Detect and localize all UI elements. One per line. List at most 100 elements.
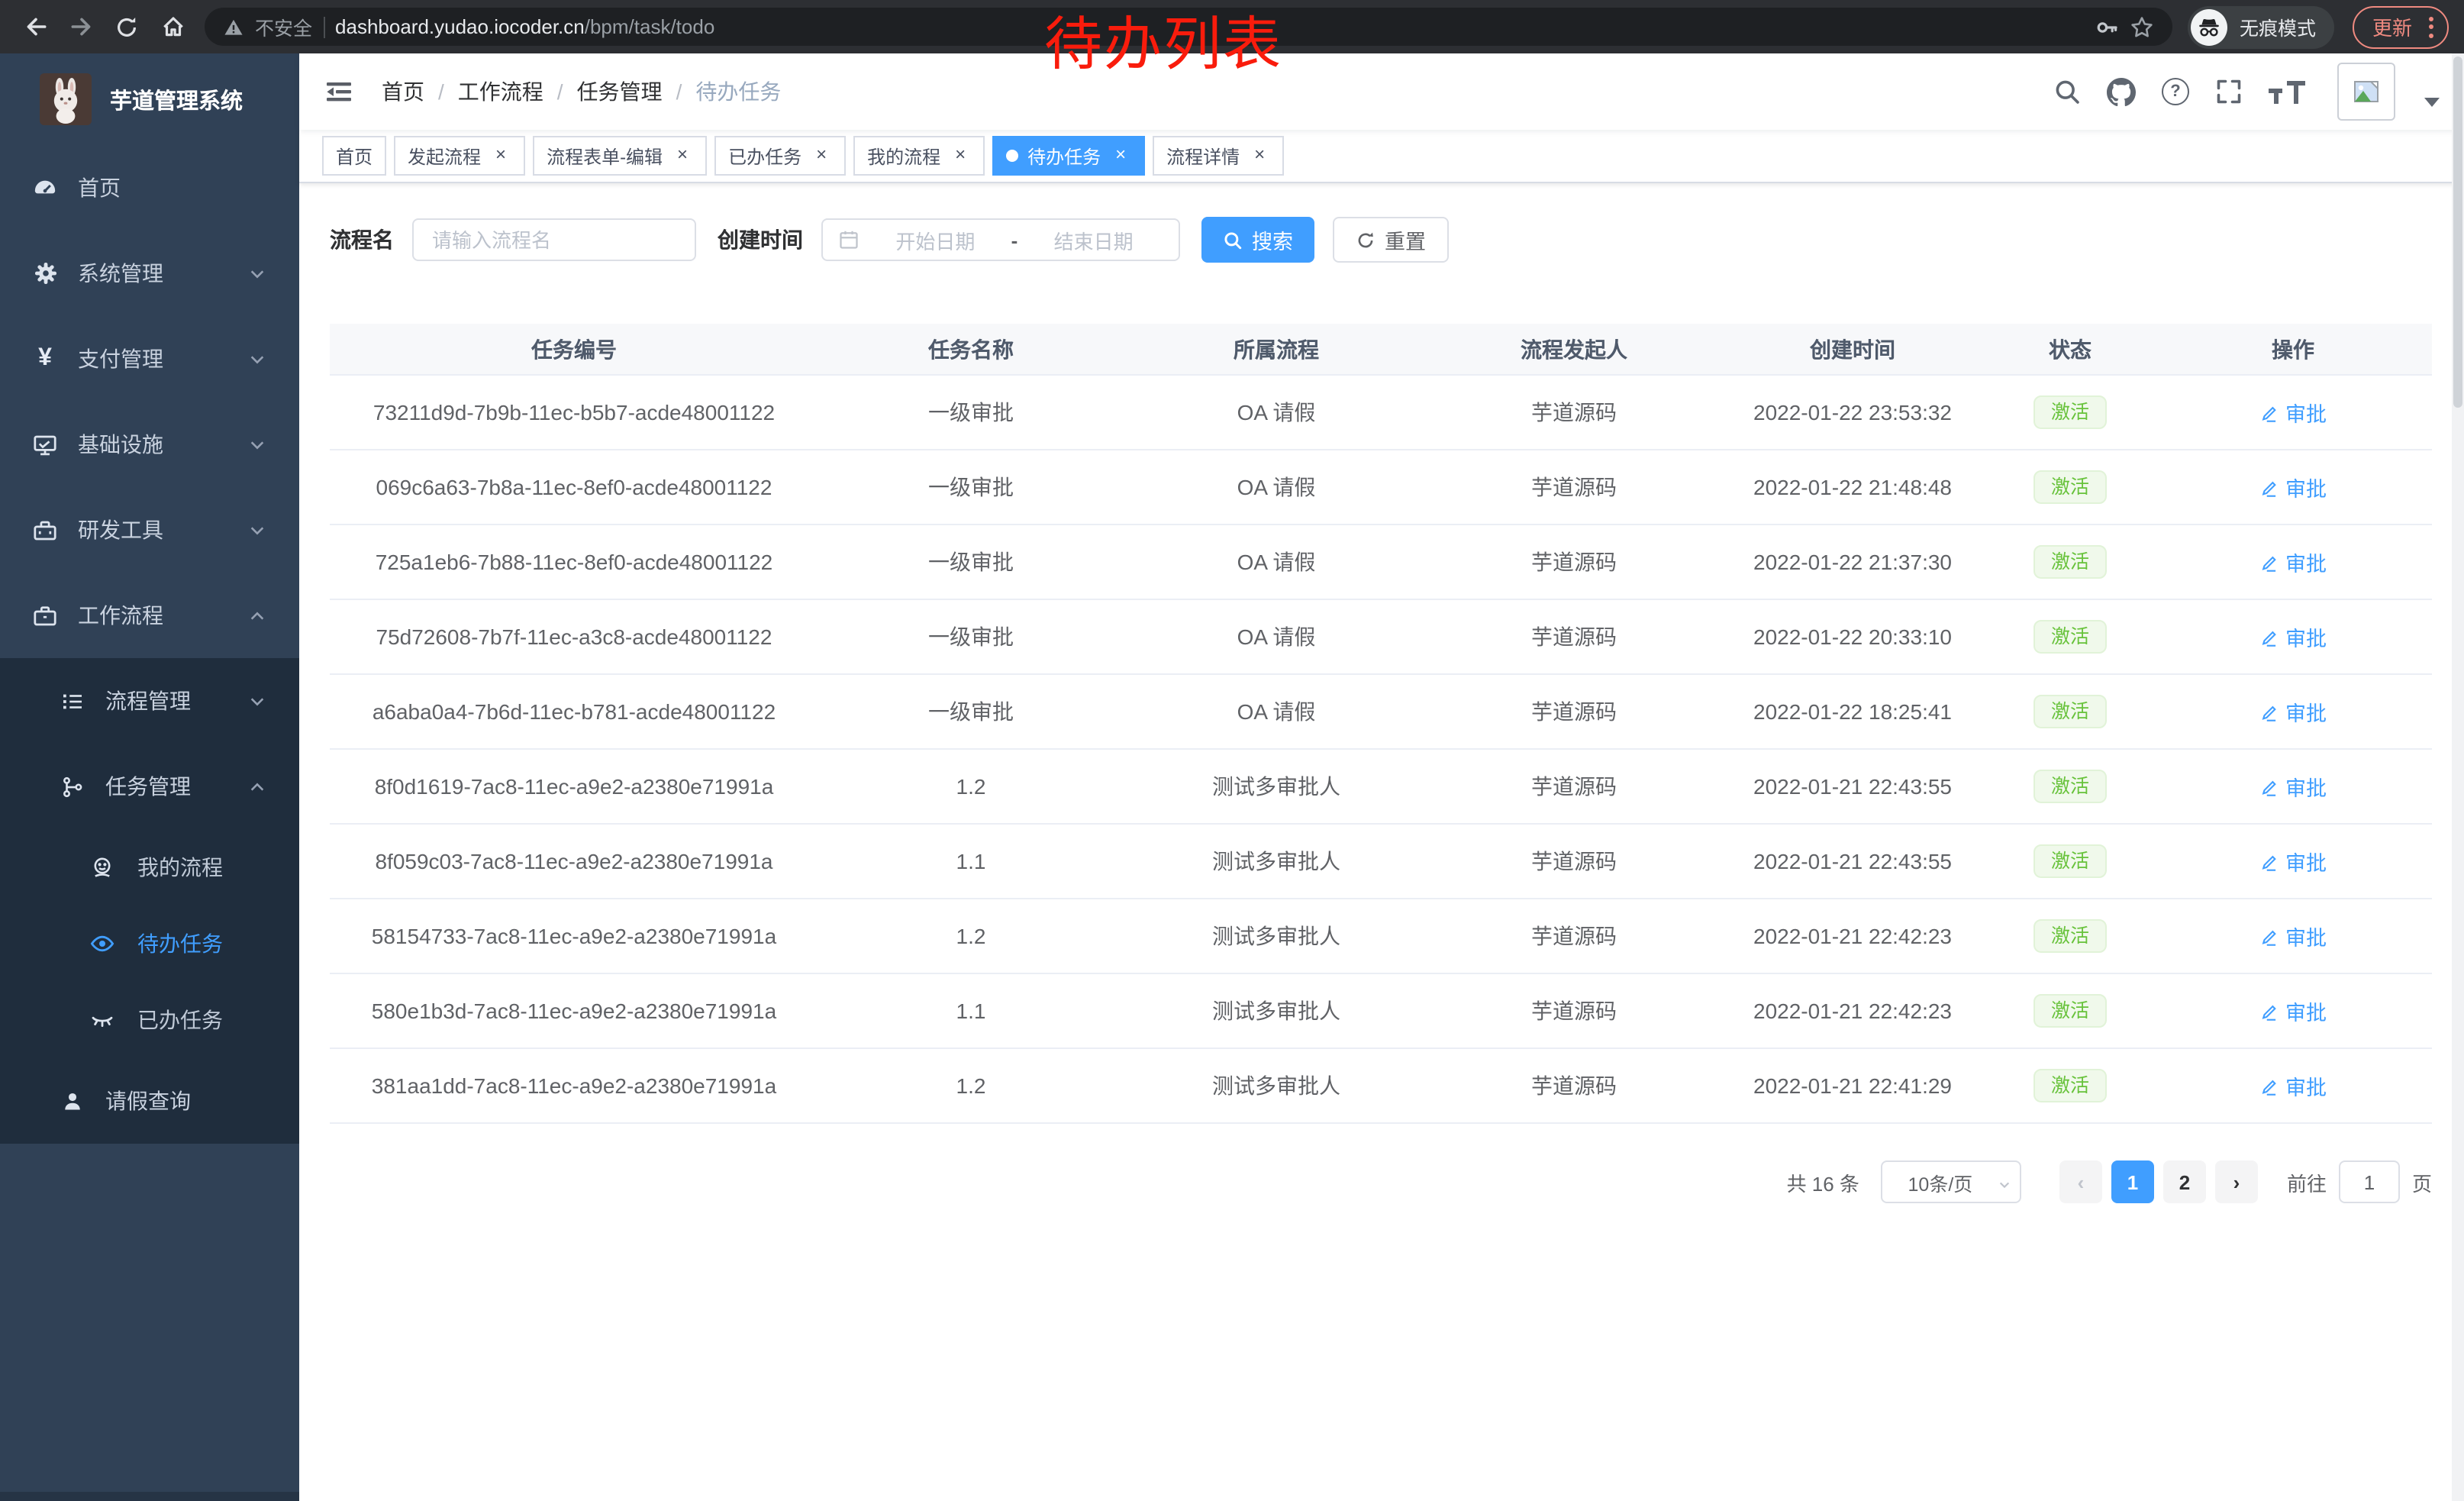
sidebar-toggle-icon[interactable]: [322, 75, 356, 108]
status-badge: 激活: [2034, 844, 2106, 879]
tab-label: 首页: [336, 143, 373, 169]
page-size-select[interactable]: 10条/页: [1881, 1160, 2021, 1203]
annotation-title: 待办列表: [1044, 15, 1282, 79]
tab-close-icon[interactable]: ×: [490, 145, 511, 166]
help-icon[interactable]: ?: [2162, 78, 2189, 105]
chevron-down-icon: [249, 692, 266, 709]
cell-task-id: 381aa1dd-7ac8-11ec-a9e2-a2380e71991a: [330, 1073, 818, 1098]
bookmark-star-icon[interactable]: [2130, 15, 2154, 39]
browser-home-button[interactable]: [153, 7, 192, 47]
font-size-icon[interactable]: [2269, 80, 2305, 103]
sidebar-item-process-mgmt[interactable]: 流程管理: [0, 658, 299, 744]
search-icon[interactable]: [2053, 78, 2081, 105]
browser-menu-icon[interactable]: [2426, 13, 2437, 40]
cell-created-time: 2022-01-21 22:42:23: [1719, 924, 1986, 948]
browser-back-button[interactable]: [15, 7, 55, 47]
browser-forward-button[interactable]: [61, 7, 101, 47]
view-tab[interactable]: 首页: [322, 136, 386, 176]
page-button-2[interactable]: 2: [2163, 1160, 2206, 1203]
view-tab[interactable]: 我的流程 ×: [853, 136, 985, 176]
search-button[interactable]: 搜索: [1201, 217, 1314, 263]
reset-button[interactable]: 重置: [1333, 217, 1449, 263]
table-row: 069c6a63-7b8a-11ec-8ef0-acde48001122 一级审…: [330, 450, 2432, 525]
chevron-down-icon: [249, 521, 266, 538]
tab-label: 我的流程: [867, 143, 940, 169]
avatar[interactable]: [2337, 63, 2395, 121]
approve-link[interactable]: 审批: [2259, 1070, 2327, 1101]
status-badge: 激活: [2034, 919, 2106, 954]
process-name-input[interactable]: [412, 218, 696, 261]
sidebar-item-done-tasks[interactable]: 已办任务: [0, 982, 299, 1058]
page-button-1[interactable]: 1: [2111, 1160, 2154, 1203]
approve-link[interactable]: 审批: [2259, 621, 2327, 652]
cell-starter: 芋道源码: [1429, 921, 1719, 951]
breadcrumb-workflow: 工作流程: [458, 76, 543, 107]
approve-link[interactable]: 审批: [2259, 472, 2327, 502]
gear-icon: [32, 261, 58, 286]
view-tab[interactable]: 流程详情 ×: [1153, 136, 1284, 176]
tab-close-icon[interactable]: ×: [1249, 145, 1270, 166]
prev-page-button[interactable]: ‹: [2059, 1160, 2102, 1203]
page-scrollbar[interactable]: [2452, 53, 2464, 1501]
sidebar-item-devtools[interactable]: 研发工具: [0, 487, 299, 573]
fullscreen-icon[interactable]: [2215, 78, 2243, 105]
sidebar-item-todo-tasks[interactable]: 待办任务: [0, 905, 299, 982]
app-title: 芋道管理系统: [110, 83, 243, 115]
cell-created-time: 2022-01-22 21:48:48: [1719, 475, 1986, 499]
table-row: 381aa1dd-7ac8-11ec-a9e2-a2380e71991a 1.2…: [330, 1049, 2432, 1124]
approve-link[interactable]: 审批: [2259, 547, 2327, 577]
column-header: 流程发起人: [1429, 334, 1719, 364]
tab-label: 发起流程: [408, 143, 481, 169]
chevron-down-icon: [249, 265, 266, 282]
view-tab[interactable]: 流程表单-编辑 ×: [533, 136, 707, 176]
tab-close-icon[interactable]: ×: [1110, 145, 1131, 166]
password-key-icon[interactable]: [2095, 15, 2119, 39]
view-tab[interactable]: 已办任务 ×: [714, 136, 846, 176]
goto-page-input[interactable]: [2339, 1160, 2400, 1203]
approve-link[interactable]: 审批: [2259, 771, 2327, 802]
github-icon[interactable]: [2107, 77, 2136, 106]
browser-update-button[interactable]: 更新: [2353, 5, 2449, 48]
breadcrumb: 首页 / 工作流程 / 任务管理 / 待办任务: [382, 76, 781, 107]
tab-label: 待办任务: [1027, 143, 1101, 169]
date-range-input[interactable]: 开始日期 - 结束日期: [821, 218, 1180, 261]
tab-close-icon[interactable]: ×: [811, 145, 832, 166]
sidebar-item-task-mgmt[interactable]: 任务管理: [0, 744, 299, 829]
cell-created-time: 2022-01-21 22:42:23: [1719, 999, 1986, 1023]
scrollbar-thumb[interactable]: [2453, 56, 2462, 408]
sidebar-item-leave-query[interactable]: 请假查询: [0, 1058, 299, 1144]
view-tab[interactable]: 发起流程 ×: [394, 136, 525, 176]
screen: 不安全 dashboard.yudao.iocoder.cn/bpm/task/…: [0, 0, 2464, 1501]
start-date-placeholder: 开始日期: [866, 225, 1005, 254]
incognito-label: 无痕模式: [2240, 12, 2316, 41]
approve-link[interactable]: 审批: [2259, 846, 2327, 876]
next-page-button[interactable]: ›: [2215, 1160, 2258, 1203]
tab-close-icon[interactable]: ×: [950, 145, 971, 166]
approve-link[interactable]: 审批: [2259, 696, 2327, 727]
incognito-icon: [2191, 8, 2227, 45]
view-tab[interactable]: 待办任务 ×: [992, 136, 1145, 176]
approve-link[interactable]: 审批: [2259, 397, 2327, 428]
sidebar-item-infra[interactable]: 基础设施: [0, 402, 299, 487]
sidebar-item-workflow[interactable]: 工作流程: [0, 573, 299, 658]
sidebar-item-payment[interactable]: ¥ 支付管理: [0, 316, 299, 402]
approve-link[interactable]: 审批: [2259, 996, 2327, 1026]
breadcrumb-home[interactable]: 首页: [382, 76, 424, 107]
cell-created-time: 2022-01-21 22:41:29: [1719, 1073, 1986, 1098]
browser-reload-button[interactable]: [107, 7, 147, 47]
workflow-submenu: 流程管理 任务管理 我的流程: [0, 658, 299, 1144]
process-name-label: 流程名: [330, 224, 394, 255]
status-badge: 激活: [2034, 994, 2106, 1028]
approve-link[interactable]: 审批: [2259, 921, 2327, 951]
avatar-caret-icon[interactable]: [2424, 98, 2440, 107]
tab-close-icon[interactable]: ×: [672, 145, 693, 166]
table-row: 75d72608-7b7f-11ec-a3c8-acde48001122 一级审…: [330, 600, 2432, 675]
status-badge: 激活: [2034, 770, 2106, 804]
sidebar-item-my-process[interactable]: 我的流程: [0, 829, 299, 905]
sidebar-item-system[interactable]: 系统管理: [0, 231, 299, 316]
filter-bar: 流程名 创建时间 开始日期 - 结束日期 搜索: [330, 217, 2432, 263]
sidebar-collapse-bar[interactable]: [0, 1492, 299, 1501]
sidebar-item-home[interactable]: 首页: [0, 145, 299, 231]
cell-process: OA 请假: [1124, 472, 1429, 502]
breadcrumb-task-mgmt: 任务管理: [577, 76, 663, 107]
